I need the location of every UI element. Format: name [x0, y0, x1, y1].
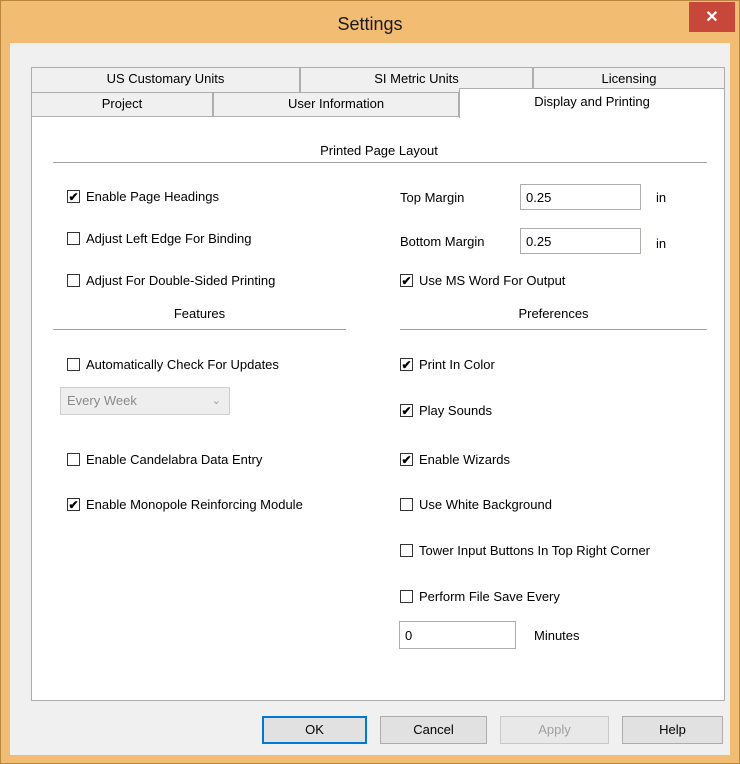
checkbox-label: Adjust For Double-Sided Printing: [86, 273, 276, 288]
checkbox-box: [400, 544, 413, 557]
select-value: Every Week: [67, 393, 137, 408]
enable-wizards-checkbox[interactable]: ✔ Enable Wizards: [400, 452, 510, 467]
tab-panel-display-and-printing: Printed Page Layout ✔ Enable Page Headin…: [31, 116, 725, 701]
divider: [53, 162, 707, 163]
enable-page-headings-checkbox[interactable]: ✔ Enable Page Headings: [67, 189, 219, 204]
use-white-background-checkbox[interactable]: Use White Background: [400, 497, 552, 512]
play-sounds-checkbox[interactable]: ✔ Play Sounds: [400, 403, 492, 418]
tab-user-information[interactable]: User Information: [213, 92, 459, 117]
bottom-margin-label: Bottom Margin: [400, 234, 485, 249]
checkbox-label: Use MS Word For Output: [419, 273, 566, 288]
bottom-margin-input[interactable]: [520, 228, 641, 254]
tower-input-buttons-checkbox[interactable]: Tower Input Buttons In Top Right Corner: [400, 543, 650, 558]
tab-label: SI Metric Units: [374, 71, 459, 86]
checkbox-box: [67, 358, 80, 371]
top-margin-input[interactable]: [520, 184, 641, 210]
section-title-features: Features: [173, 306, 226, 321]
chevron-down-icon: ⌄: [211, 395, 221, 407]
close-button[interactable]: ✕: [689, 2, 735, 32]
save-interval-input[interactable]: [399, 621, 516, 649]
checkmark-icon: ✔: [67, 497, 80, 512]
checkbox-label: Enable Monopole Reinforcing Module: [86, 497, 303, 512]
checkbox-label: Automatically Check For Updates: [86, 357, 279, 372]
tab-label: US Customary Units: [106, 71, 225, 86]
checkbox-label: Use White Background: [419, 497, 552, 512]
divider: [53, 329, 346, 330]
print-in-color-checkbox[interactable]: ✔ Print In Color: [400, 357, 495, 372]
cancel-button[interactable]: Cancel: [380, 716, 487, 744]
tab-label: User Information: [287, 96, 385, 111]
close-icon: ✕: [705, 9, 719, 26]
checkbox-label: Enable Candelabra Data Entry: [86, 452, 263, 467]
checkbox-label: Play Sounds: [419, 403, 492, 418]
checkbox-box: [67, 232, 80, 245]
enable-candelabra-checkbox[interactable]: Enable Candelabra Data Entry: [67, 452, 262, 467]
checkbox-label: Print In Color: [419, 357, 495, 372]
top-margin-label: Top Margin: [400, 190, 465, 205]
auto-check-updates-checkbox[interactable]: Automatically Check For Updates: [67, 357, 279, 372]
checkbox-label: Perform File Save Every: [419, 589, 560, 604]
checkbox-box: [400, 590, 413, 603]
checkbox-label: Enable Wizards: [419, 452, 511, 467]
apply-button[interactable]: Apply: [500, 716, 609, 744]
save-interval-unit: Minutes: [534, 628, 580, 643]
checkmark-icon: ✔: [400, 452, 413, 467]
checkmark-icon: ✔: [400, 403, 413, 418]
checkbox-label: Enable Page Headings: [86, 189, 219, 204]
checkbox-box: [67, 453, 80, 466]
window-title: Settings: [337, 14, 403, 34]
tab-us-customary-units[interactable]: US Customary Units: [31, 67, 300, 92]
help-button[interactable]: Help: [622, 716, 723, 744]
checkbox-label: Tower Input Buttons In Top Right Corner: [419, 543, 650, 558]
section-title-preferences: Preferences: [518, 306, 589, 321]
checkbox-box: [400, 498, 413, 511]
enable-monopole-checkbox[interactable]: ✔ Enable Monopole Reinforcing Module: [67, 497, 303, 512]
bottom-margin-unit: in: [656, 236, 667, 251]
section-title-printed-page-layout: Printed Page Layout: [320, 143, 438, 158]
use-ms-word-checkbox[interactable]: ✔ Use MS Word For Output: [400, 273, 565, 288]
adjust-double-sided-checkbox[interactable]: Adjust For Double-Sided Printing: [67, 273, 275, 288]
tab-display-and-printing[interactable]: Display and Printing: [459, 88, 725, 118]
title-bar[interactable]: Settings: [1, 1, 739, 43]
divider: [400, 329, 707, 330]
checkbox-label: Adjust Left Edge For Binding: [86, 231, 252, 246]
update-frequency-select[interactable]: Every Week ⌄: [60, 387, 230, 415]
tab-label: Display and Printing: [534, 94, 650, 109]
tab-label: Licensing: [601, 71, 657, 86]
ok-button[interactable]: OK: [262, 716, 367, 744]
tab-project[interactable]: Project: [31, 92, 213, 117]
checkmark-icon: ✔: [67, 189, 80, 204]
tab-label: Project: [101, 96, 143, 111]
checkbox-box: [67, 274, 80, 287]
perform-file-save-checkbox[interactable]: Perform File Save Every: [400, 589, 560, 604]
top-margin-unit: in: [656, 190, 667, 205]
adjust-left-edge-checkbox[interactable]: Adjust Left Edge For Binding: [67, 231, 252, 246]
checkmark-icon: ✔: [400, 273, 413, 288]
checkmark-icon: ✔: [400, 357, 413, 372]
